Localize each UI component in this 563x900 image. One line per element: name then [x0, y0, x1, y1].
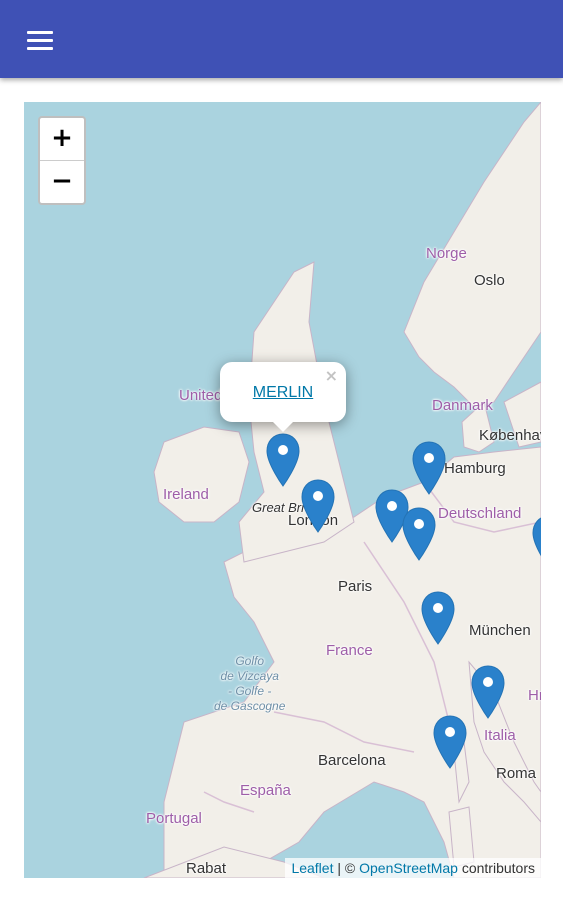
label-espana: España: [240, 782, 291, 799]
label-danmark: Danmark: [432, 397, 493, 414]
label-norge: Norge: [426, 245, 467, 262]
land-scandinavia: [403, 102, 541, 408]
label-kobenhavn: København: [479, 427, 541, 444]
label-rabat: Rabat: [186, 860, 227, 877]
land-ireland: [153, 426, 250, 523]
attribution-osm-link[interactable]: OpenStreetMap: [359, 860, 458, 876]
hamburger-menu-icon[interactable]: [18, 22, 62, 58]
map-marker-icon[interactable]: [300, 478, 336, 534]
label-paris: Paris: [338, 578, 373, 595]
label-united: United: [179, 387, 223, 404]
zoom-control: + −: [38, 116, 86, 205]
label-roma: Roma: [496, 765, 537, 782]
map-marker-icon[interactable]: [432, 714, 468, 770]
label-portugal: Portugal: [146, 810, 202, 827]
map-marker-icon[interactable]: [265, 432, 301, 488]
label-italia: Italia: [484, 727, 516, 744]
zoom-in-button[interactable]: +: [40, 118, 84, 161]
popup-link-merlin[interactable]: MERLIN: [220, 384, 346, 402]
map-marker-icon[interactable]: [411, 440, 447, 496]
app-bar: [0, 0, 563, 78]
marker-popup: × MERLIN: [220, 362, 346, 432]
label-hamburg: Hamburg: [444, 460, 506, 477]
label-deutschland: Deutschland: [438, 505, 522, 522]
map-marker-icon[interactable]: [470, 664, 506, 720]
map-attribution: Leaflet | © OpenStreetMap contributors: [285, 858, 541, 878]
attribution-separator: | ©: [333, 860, 360, 876]
map-marker-icon[interactable]: [531, 514, 541, 570]
label-oslo: Oslo: [474, 272, 505, 289]
attribution-leaflet-link[interactable]: Leaflet: [291, 860, 333, 876]
map-view[interactable]: + − Norge Oslo Danmark København Hamburg…: [24, 102, 541, 878]
label-barcelona: Barcelona: [318, 752, 386, 769]
label-ireland: Ireland: [163, 486, 209, 503]
zoom-out-button[interactable]: −: [40, 161, 84, 203]
map-marker-icon[interactable]: [401, 506, 437, 562]
label-golfe: Golfo de Vizcaya - Golfe - de Gascogne: [214, 654, 286, 713]
label-france: France: [326, 642, 373, 659]
label-hr: Hr: [528, 687, 541, 704]
attribution-suffix: contributors: [457, 860, 535, 876]
popup-close-icon[interactable]: ×: [325, 366, 338, 385]
label-munchen: München: [469, 622, 531, 639]
map-marker-icon[interactable]: [420, 590, 456, 646]
